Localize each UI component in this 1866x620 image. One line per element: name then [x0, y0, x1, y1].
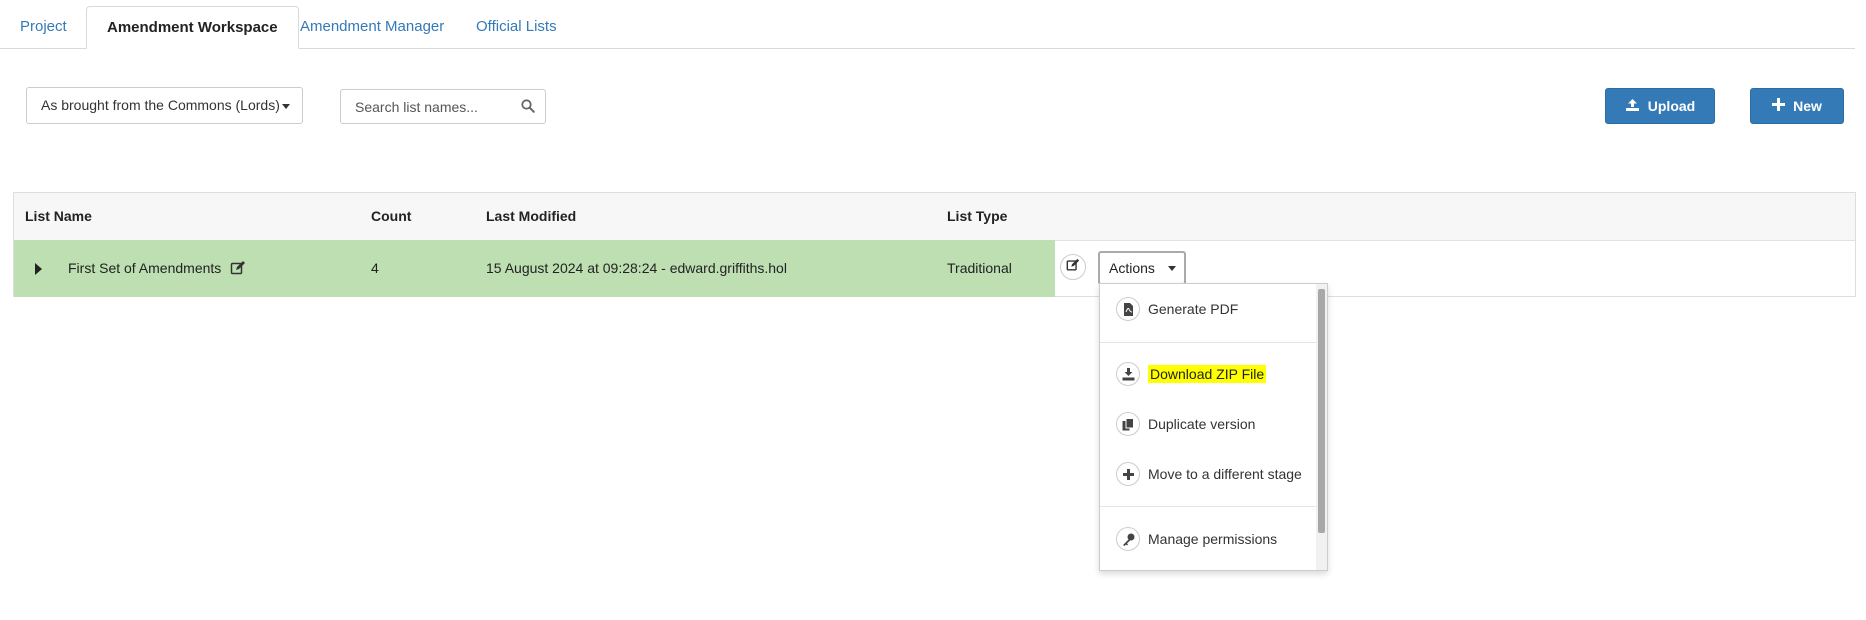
stage-select[interactable]: As brought from the Commons (Lords): [26, 87, 303, 124]
menu-scrollbar-thumb[interactable]: [1318, 289, 1325, 533]
menu-scrollbar[interactable]: [1316, 284, 1327, 570]
expand-arrow-icon[interactable]: [35, 263, 42, 275]
tab-project[interactable]: Project: [0, 6, 87, 47]
edit-icon: [1066, 258, 1080, 277]
chevron-down-icon: [1168, 266, 1176, 271]
header-last-modified: Last Modified: [486, 208, 577, 224]
header-list-name: List Name: [25, 208, 92, 224]
menu-item-download-zip[interactable]: Download ZIP File: [1116, 360, 1267, 388]
tab-amendment-manager[interactable]: Amendment Manager: [280, 6, 464, 47]
menu-divider: [1100, 506, 1317, 507]
key-icon: [1116, 527, 1140, 551]
header-count: Count: [371, 208, 412, 224]
plus-icon: [1116, 462, 1140, 486]
upload-button[interactable]: Upload: [1605, 88, 1715, 124]
search-input[interactable]: [355, 98, 515, 116]
actions-dropdown-button[interactable]: Actions: [1098, 251, 1186, 285]
table-header: List Name Count Last Modified List Type: [14, 193, 1855, 241]
list-type-cell: Traditional: [947, 260, 1012, 276]
chevron-down-icon: [282, 104, 290, 109]
new-label: New: [1793, 98, 1822, 114]
new-button[interactable]: New: [1750, 88, 1844, 124]
tab-official-lists[interactable]: Official Lists: [456, 6, 577, 47]
table-row[interactable]: First Set of Amendments 4 15 August 2024…: [14, 240, 1055, 297]
last-modified-cell: 15 August 2024 at 09:28:24 - edward.grif…: [486, 260, 787, 276]
search-icon[interactable]: [521, 99, 535, 118]
tab-bar: Project Amendment Workspace Amendment Ma…: [0, 0, 1855, 49]
stage-select-value: As brought from the Commons (Lords): [41, 97, 280, 113]
plus-icon: [1772, 98, 1786, 114]
menu-item-label: Move to a different stage: [1148, 466, 1302, 482]
edit-name-icon[interactable]: [230, 260, 246, 281]
menu-item-generate-pdf[interactable]: Generate PDF: [1116, 295, 1238, 323]
download-icon: [1116, 362, 1140, 386]
upload-label: Upload: [1647, 98, 1696, 114]
actions-label: Actions: [1109, 260, 1155, 276]
menu-divider: [1100, 342, 1317, 343]
pdf-file-icon: [1116, 297, 1140, 321]
list-name-cell: First Set of Amendments: [68, 260, 222, 276]
actions-menu: Generate PDF Download ZIP File Duplicate…: [1099, 283, 1328, 571]
menu-item-label: Manage permissions: [1148, 531, 1278, 547]
menu-item-label: Generate PDF: [1148, 301, 1239, 317]
edit-row-button[interactable]: [1060, 254, 1086, 280]
upload-icon: [1625, 98, 1640, 115]
menu-item-move-stage[interactable]: Move to a different stage: [1116, 460, 1302, 488]
menu-item-duplicate-version[interactable]: Duplicate version: [1116, 410, 1255, 438]
lists-table: List Name Count Last Modified List Type …: [13, 192, 1856, 297]
menu-item-label: Download ZIP File: [1148, 365, 1267, 383]
search-box[interactable]: [340, 89, 546, 124]
count-cell: 4: [371, 260, 379, 276]
tab-amendment-workspace[interactable]: Amendment Workspace: [86, 6, 299, 49]
header-list-type: List Type: [947, 208, 1008, 224]
copy-icon: [1116, 412, 1140, 436]
menu-item-manage-permissions[interactable]: Manage permissions: [1116, 525, 1277, 553]
menu-item-label: Duplicate version: [1148, 416, 1256, 432]
